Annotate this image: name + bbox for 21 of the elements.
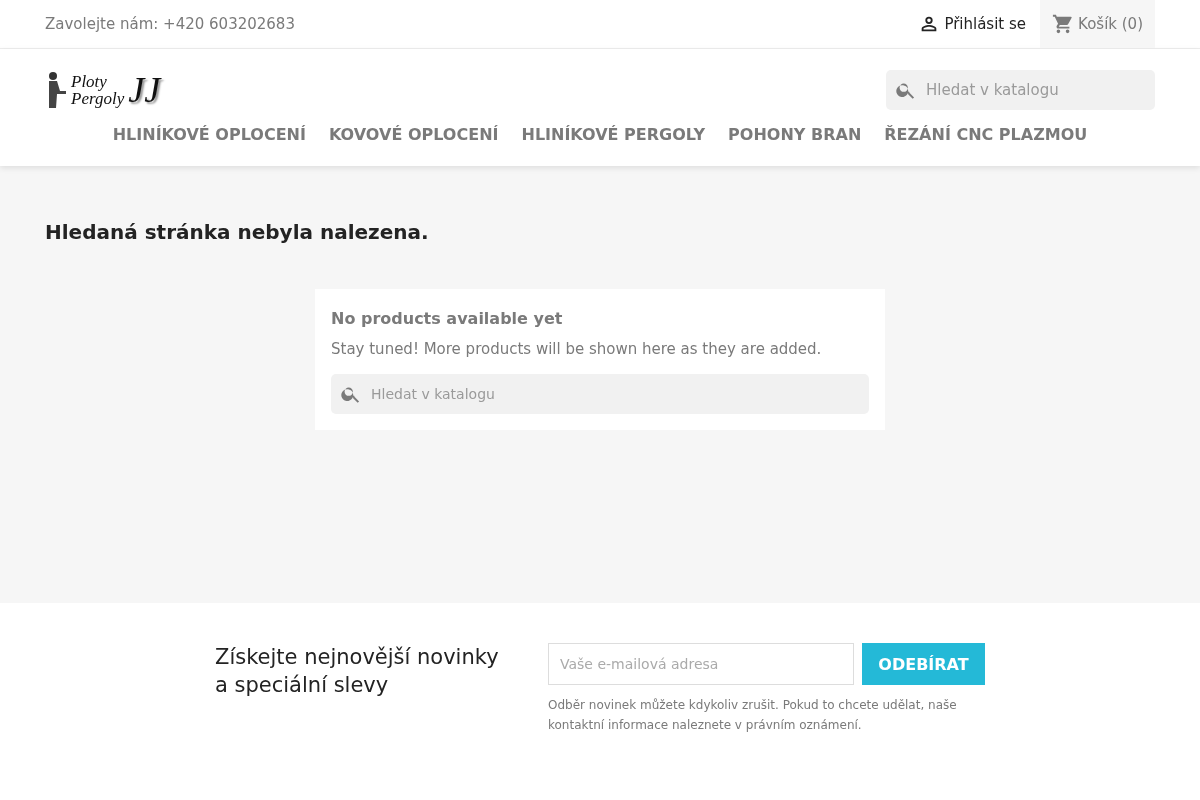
newsletter-heading: Získejte nejnovější novinky a speciální slevy — [215, 644, 500, 699]
email-field[interactable]: Vaše e-mailová adresa — [548, 643, 854, 685]
search-field[interactable]: Hledat v katalogu — [886, 70, 1155, 110]
contact-phone: Zavolejte nám: +420 603202683 — [45, 15, 295, 33]
logo-word: Ploty — [71, 73, 108, 90]
nav-link[interactable]: POHONY BRAN — [728, 125, 862, 144]
nav-link[interactable]: KOVOVÉ OPLOCENÍ — [328, 125, 499, 144]
nav-link[interactable]: ŘEZÁNÍ CNC PLAZMOU — [884, 125, 1088, 144]
search-field[interactable]: Hledat v katalogu — [331, 374, 869, 414]
page-title: Hledaná stránka nebyla nalezena. — [45, 219, 430, 244]
cart-icon — [1052, 13, 1075, 35]
cart-link[interactable]: Košík (0) — [1040, 0, 1155, 48]
subscribe-button[interactable]: ODEBÍRAT — [862, 643, 985, 685]
nav-link[interactable]: HLINÍKOVÉ OPLOCENÍ — [112, 125, 306, 144]
nav-link[interactable]: HLINÍKOVÉ PERGOLY — [521, 125, 706, 144]
logo-initials: JJ — [128, 69, 161, 111]
card-title: No products available yet — [331, 309, 564, 328]
login-link[interactable]: Přihlásit se — [904, 0, 1041, 48]
newsletter-note: Odběr novinek můžete kdykoliv zrušit. Pokud to chcete udělat, naše kontaktní informace naleznete v právním oznámení. — [548, 697, 958, 734]
logo-word: Pergoly — [71, 90, 125, 107]
card-text: Stay tuned! More products will be shown here as they are added. — [331, 340, 823, 358]
